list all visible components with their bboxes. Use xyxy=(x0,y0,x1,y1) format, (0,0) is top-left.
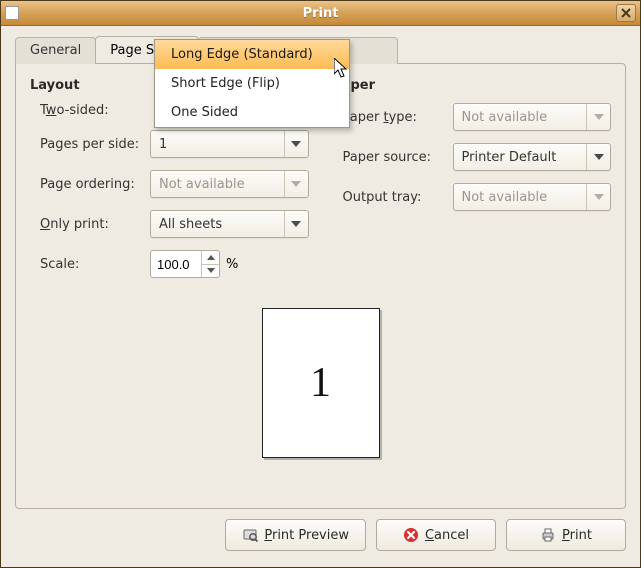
page-ordering-value: Not available xyxy=(159,177,245,192)
scale-label: Scale: xyxy=(30,257,150,272)
dropdown-item-short-edge[interactable]: Short Edge (Flip) xyxy=(155,69,349,98)
chevron-down-icon xyxy=(586,104,610,130)
pages-per-side-label: Pages per side: xyxy=(30,137,150,152)
app-icon xyxy=(5,6,19,20)
pages-per-side-value: 1 xyxy=(159,137,167,152)
only-print-value: All sheets xyxy=(159,217,222,232)
paper-source-value: Printer Default xyxy=(462,150,557,165)
paper-type-label: Paper type: xyxy=(333,110,453,125)
tab-general[interactable]: General xyxy=(15,37,96,64)
dialog-content: General Page Setup . Layout Two-sided: P… xyxy=(1,26,640,563)
close-button[interactable] xyxy=(616,4,636,22)
print-icon xyxy=(540,527,556,543)
print-preview-button[interactable]: Print Preview xyxy=(225,519,366,551)
dropdown-item-one-sided[interactable]: One Sided xyxy=(155,98,349,127)
window-title: Print xyxy=(25,6,616,21)
paper-section: Paper Paper type: Not available Paper so… xyxy=(333,78,612,290)
output-tray-combo: Not available xyxy=(453,183,612,211)
paper-type-value: Not available xyxy=(462,110,548,125)
preview-page-number: 1 xyxy=(310,359,331,407)
chevron-down-icon xyxy=(586,184,610,210)
pages-per-side-combo[interactable]: 1 xyxy=(150,130,309,158)
only-print-combo[interactable]: All sheets xyxy=(150,210,309,238)
two-sided-label: Two-sided: xyxy=(30,103,150,118)
page-ordering-label: Page ordering: xyxy=(30,177,150,192)
cancel-icon xyxy=(403,527,419,543)
dropdown-item-long-edge[interactable]: Long Edge (Standard) xyxy=(155,40,349,69)
scale-up-button[interactable] xyxy=(202,251,219,265)
output-tray-value: Not available xyxy=(462,190,548,205)
scale-spinbutton[interactable] xyxy=(150,250,220,278)
scale-input[interactable] xyxy=(151,256,197,273)
only-print-label: Only print: xyxy=(30,217,150,232)
two-sided-dropdown[interactable]: Long Edge (Standard) Short Edge (Flip) O… xyxy=(154,39,350,128)
page-setup-panel: Layout Two-sided: Pages per side: 1 Page… xyxy=(15,63,626,509)
chevron-down-icon xyxy=(284,171,308,197)
cancel-button[interactable]: Cancel xyxy=(376,519,496,551)
titlebar[interactable]: Print xyxy=(1,1,640,26)
paper-title: Paper xyxy=(333,78,612,93)
paper-source-combo[interactable]: Printer Default xyxy=(453,143,612,171)
close-icon xyxy=(621,8,631,18)
page-preview: 1 xyxy=(262,308,380,458)
dialog-buttons: Print Preview Cancel Print xyxy=(15,519,626,551)
print-button[interactable]: Print xyxy=(506,519,626,551)
chevron-down-icon xyxy=(586,144,610,170)
paper-type-combo: Not available xyxy=(453,103,612,131)
scale-down-button[interactable] xyxy=(202,265,219,278)
print-preview-icon xyxy=(242,527,258,543)
chevron-down-icon xyxy=(284,211,308,237)
chevron-down-icon xyxy=(284,131,308,157)
scale-suffix: % xyxy=(226,257,238,272)
print-dialog: Print General Page Setup . Layout Two-si… xyxy=(0,0,641,568)
page-ordering-combo: Not available xyxy=(150,170,309,198)
paper-source-label: Paper source: xyxy=(333,150,453,165)
output-tray-label: Output tray: xyxy=(333,190,453,205)
